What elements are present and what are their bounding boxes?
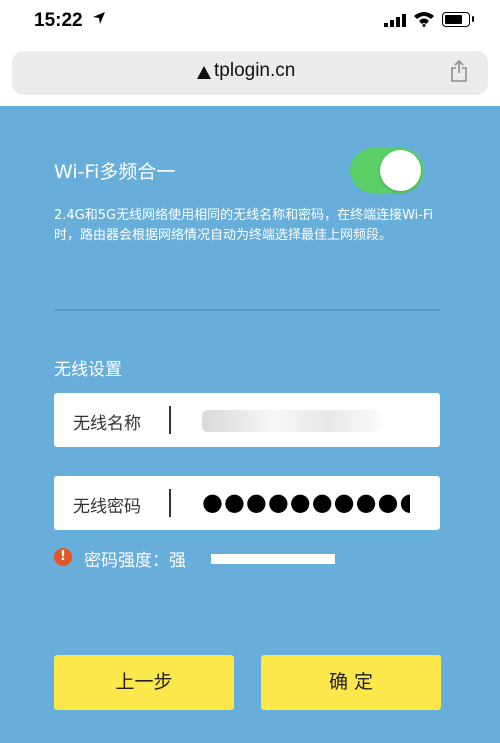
password-strength: ! 密码强度：强 [54,546,440,572]
wireless-name-field[interactable]: 无线名称 [54,393,440,447]
section-divider [54,309,440,311]
status-bar: 15:22 [0,0,500,44]
location-arrow-icon [93,12,105,24]
toggle-knob[interactable] [380,150,421,191]
wifi-merge-title: Wi-Fi多频合一 [54,161,176,183]
battery-icon [442,12,470,27]
wireless-settings-title: 无线设置 [54,360,122,380]
battery-cap [472,16,474,22]
wireless-password-label: 无线密码 [73,497,141,517]
password-strength-fill [211,554,335,564]
warning-triangle-icon [197,66,211,79]
warning-icon: ! [54,548,72,566]
wifi-icon [414,12,434,27]
confirm-button[interactable]: 确 定 [261,655,441,710]
share-icon[interactable] [451,60,467,82]
url-text[interactable]: tplogin.cn [214,60,295,82]
wifi-merge-description: 2.4G和5G无线网络使用相同的无线名称和密码，在终端连接Wi-Fi时，路由器会… [54,208,434,243]
wireless-name-input[interactable] [202,410,382,432]
status-time: 15:22 [34,10,83,31]
wireless-password-input[interactable]: ●●●●●●●●●●●● [202,488,410,516]
cellular-signal-icon [384,14,406,27]
wireless-password-field[interactable]: 无线密码 ●●●●●●●●●●●● [54,476,440,530]
password-strength-text: 密码强度：强 [84,551,186,571]
previous-step-button[interactable]: 上一步 [54,655,234,710]
field-separator [169,489,171,517]
password-strength-bar [211,554,335,564]
field-separator [169,406,171,434]
wireless-name-label: 无线名称 [73,414,141,434]
